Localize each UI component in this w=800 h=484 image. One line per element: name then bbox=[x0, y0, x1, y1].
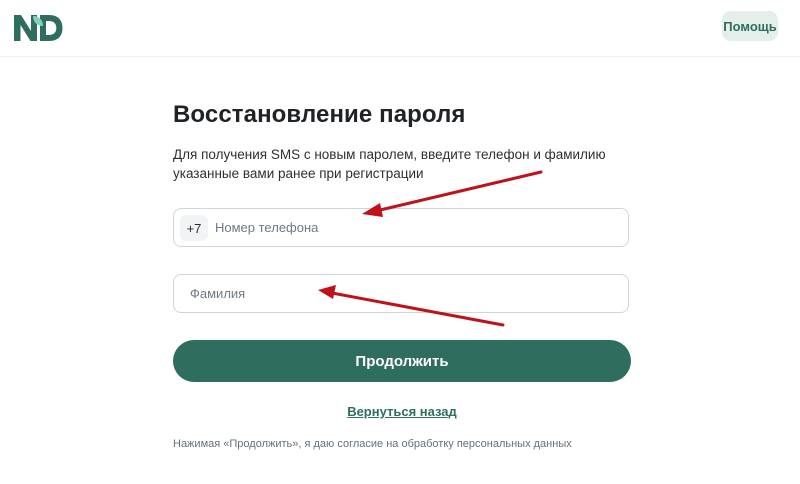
phone-input[interactable] bbox=[213, 209, 618, 246]
surname-input[interactable] bbox=[188, 275, 618, 312]
page-title: Восстановление пароля bbox=[173, 101, 466, 128]
phone-country-code: +7 bbox=[180, 215, 208, 241]
consent-text: Нажимая «Продолжить», я даю согласие на … bbox=[173, 438, 572, 450]
back-link[interactable]: Вернуться назад bbox=[173, 404, 631, 419]
nd-logo-icon[interactable] bbox=[12, 10, 64, 44]
phone-field[interactable]: +7 bbox=[173, 208, 629, 247]
password-recovery-page: Помощь Восстановление пароля Для получен… bbox=[0, 0, 800, 484]
surname-field[interactable] bbox=[173, 274, 629, 313]
page-subtitle: Для получения SMS с новым паролем, введи… bbox=[173, 147, 606, 181]
top-bar: Помощь bbox=[0, 0, 800, 57]
help-button[interactable]: Помощь bbox=[722, 11, 778, 41]
continue-button[interactable]: Продолжить bbox=[173, 340, 631, 382]
